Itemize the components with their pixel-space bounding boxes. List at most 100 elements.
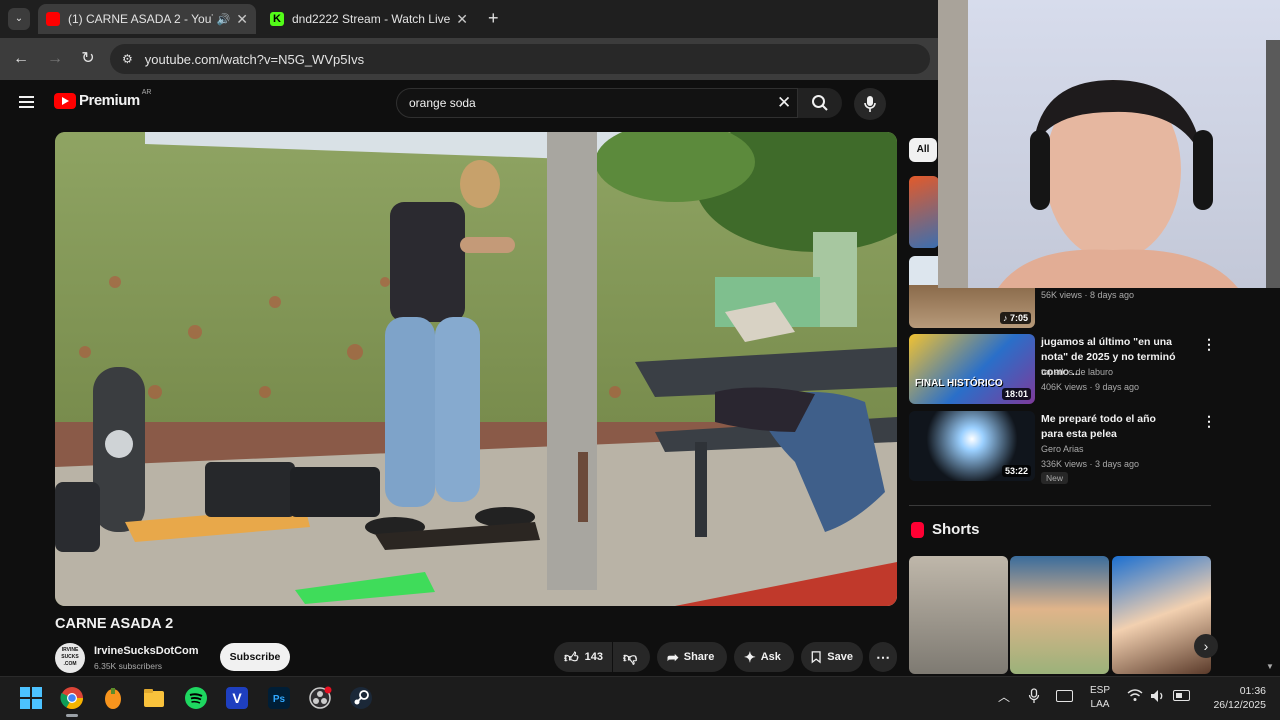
forward-icon[interactable]: → <box>46 50 64 68</box>
chip-all[interactable]: All <box>909 138 937 162</box>
share-icon: ➦ <box>667 648 679 665</box>
chip-all-label: All <box>916 144 930 155</box>
short-thumbnail[interactable] <box>909 556 1008 674</box>
wifi-icon[interactable] <box>1127 688 1143 707</box>
scroll-down-arrow-icon[interactable]: ▼ <box>1266 662 1274 671</box>
sparkle-icon: ✦ <box>744 648 756 665</box>
like-count: 143 <box>584 651 603 663</box>
duration-badge: ♪ 7:05 <box>999 312 1031 324</box>
share-label: Share <box>683 651 715 663</box>
active-app-indicator <box>66 714 78 717</box>
video-player[interactable] <box>55 132 897 606</box>
clock-date: 26/12/2025 <box>1213 699 1266 711</box>
thumbs-up-icon: 👍︎ <box>564 648 579 665</box>
language-indicator[interactable]: ESP LAA <box>1088 684 1112 712</box>
bookmark-icon <box>811 651 821 664</box>
tab-kick-title: dnd2222 Stream - Watch Live on Kick <box>292 12 451 26</box>
tab-youtube-title: (1) CARNE ASADA 2 - YouTube <box>68 12 213 26</box>
new-badge-text: New <box>1046 473 1064 483</box>
subscribe-label: Subscribe <box>229 651 281 663</box>
dislike-button[interactable]: 👎︎ <box>613 642 650 672</box>
chrome-icon[interactable] <box>60 686 84 710</box>
keyboard-layout: LAA <box>1090 699 1110 710</box>
obs-icon[interactable] <box>308 686 332 710</box>
channel-name[interactable]: IrvineSucksDotCom <box>94 645 199 657</box>
video-frame <box>55 132 897 606</box>
video-thumbnail[interactable]: FINAL HISTÓRICO 18:01 <box>909 334 1035 404</box>
new-badge: New <box>1041 472 1069 484</box>
more-horizontal-icon: ⋯ <box>876 648 890 665</box>
ask-button[interactable]: ✦ Ask <box>734 642 794 672</box>
steam-icon[interactable] <box>349 686 373 710</box>
video-thumbnail[interactable]: 53:22 <box>909 411 1035 481</box>
logo-text: Premium <box>79 92 140 109</box>
volume-icon[interactable] <box>1150 689 1166 708</box>
channel-avatar-text: IRVINE SUCKS .COM <box>61 647 79 667</box>
video-meta: 406K views · 9 days ago <box>1041 382 1140 392</box>
music-note-icon: ♪ <box>1002 313 1010 323</box>
keyboard-icon[interactable] <box>1056 690 1073 702</box>
clock[interactable]: 01:36 26/12/2025 <box>1198 684 1266 712</box>
search-button[interactable] <box>798 88 842 118</box>
clear-search-icon[interactable]: ✕ <box>777 93 791 113</box>
vegas-icon[interactable]: V <box>225 686 249 710</box>
site-info-icon[interactable]: ⚙ <box>122 52 133 66</box>
more-actions-button[interactable]: ⋯ <box>869 642 897 672</box>
duration-badge: 53:22 <box>1001 465 1031 477</box>
shorts-title: Shorts <box>932 521 980 538</box>
video-thumbnail[interactable] <box>909 176 939 248</box>
share-button[interactable]: ➦ Share <box>657 642 727 672</box>
kick-favicon-icon: K <box>270 12 284 26</box>
close-tab-icon[interactable]: ✕ <box>456 11 468 28</box>
video-meta: 56K views · 8 days ago <box>1041 290 1135 300</box>
channel-name[interactable]: tapados de laburo <box>1041 367 1113 377</box>
microphone-tray-icon[interactable] <box>1028 688 1040 709</box>
youtube-premium-logo[interactable]: Premium AR <box>54 89 152 109</box>
shorts-next-button[interactable]: › <box>1194 634 1218 658</box>
show-hidden-icons-icon[interactable]: ︿ <box>998 688 1010 705</box>
battery-icon[interactable] <box>1173 690 1190 701</box>
subscriber-count: 6.35K subscribers <box>94 661 163 671</box>
reload-icon[interactable]: ↻ <box>79 50 97 68</box>
voice-search-button[interactable] <box>854 88 886 120</box>
close-tab-icon[interactable]: ✕ <box>236 11 248 28</box>
country-badge: AR <box>141 89 152 96</box>
microphone-icon <box>864 96 876 112</box>
new-tab-button[interactable]: + <box>488 8 499 29</box>
youtube-play-icon <box>54 92 76 109</box>
file-explorer-icon[interactable] <box>142 686 166 710</box>
speaker-icon[interactable]: 🔊 <box>217 13 231 26</box>
video-title[interactable]: Me preparé todo el año para esta pelea <box>1041 412 1181 442</box>
save-button[interactable]: Save <box>801 642 863 672</box>
channel-avatar[interactable]: IRVINE SUCKS .COM <box>55 643 85 673</box>
duration-badge: 18:01 <box>1001 388 1031 400</box>
subscribe-button[interactable]: Subscribe <box>220 643 290 671</box>
duration-text: 7:05 <box>1009 313 1028 323</box>
more-vertical-icon[interactable]: ⋮ <box>1202 414 1216 428</box>
menu-icon[interactable] <box>19 96 34 108</box>
video-title: CARNE ASADA 2 <box>55 616 174 632</box>
thumbs-down-icon: 👎︎ <box>623 648 638 665</box>
fl-studio-icon[interactable] <box>101 686 125 710</box>
clock-time: 01:36 <box>1239 685 1266 697</box>
more-vertical-icon[interactable]: ⋮ <box>1202 337 1216 351</box>
language-code: ESP <box>1089 685 1110 696</box>
search-input[interactable]: orange soda <box>396 88 798 118</box>
tab-youtube[interactable]: (1) CARNE ASADA 2 - YouTube 🔊 ✕ <box>38 4 256 34</box>
url-text: youtube.com/watch?v=N5G_WVp5Ivs <box>144 51 365 67</box>
short-thumbnail[interactable] <box>1010 556 1109 674</box>
video-meta: 336K views · 3 days ago <box>1041 459 1140 469</box>
ask-label: Ask <box>760 651 781 663</box>
search-icon <box>812 95 828 111</box>
back-icon[interactable]: ← <box>12 50 30 68</box>
tab-search-button[interactable]: ⌄ <box>8 8 30 30</box>
tab-kick[interactable]: K dnd2222 Stream - Watch Live on Kick ✕ <box>262 4 476 34</box>
spotify-icon[interactable] <box>184 686 208 710</box>
address-bar[interactable]: ⚙ youtube.com/watch?v=N5G_WVp5Ivs <box>110 44 930 74</box>
short-thumbnail[interactable] <box>1112 556 1211 674</box>
windows-start-icon[interactable] <box>19 686 43 710</box>
like-button[interactable]: 👍︎ 143 <box>554 642 612 672</box>
svg-text:V: V <box>232 690 242 706</box>
photoshop-icon[interactable]: Ps <box>267 686 291 710</box>
channel-name[interactable]: Gero Arias <box>1041 444 1084 454</box>
